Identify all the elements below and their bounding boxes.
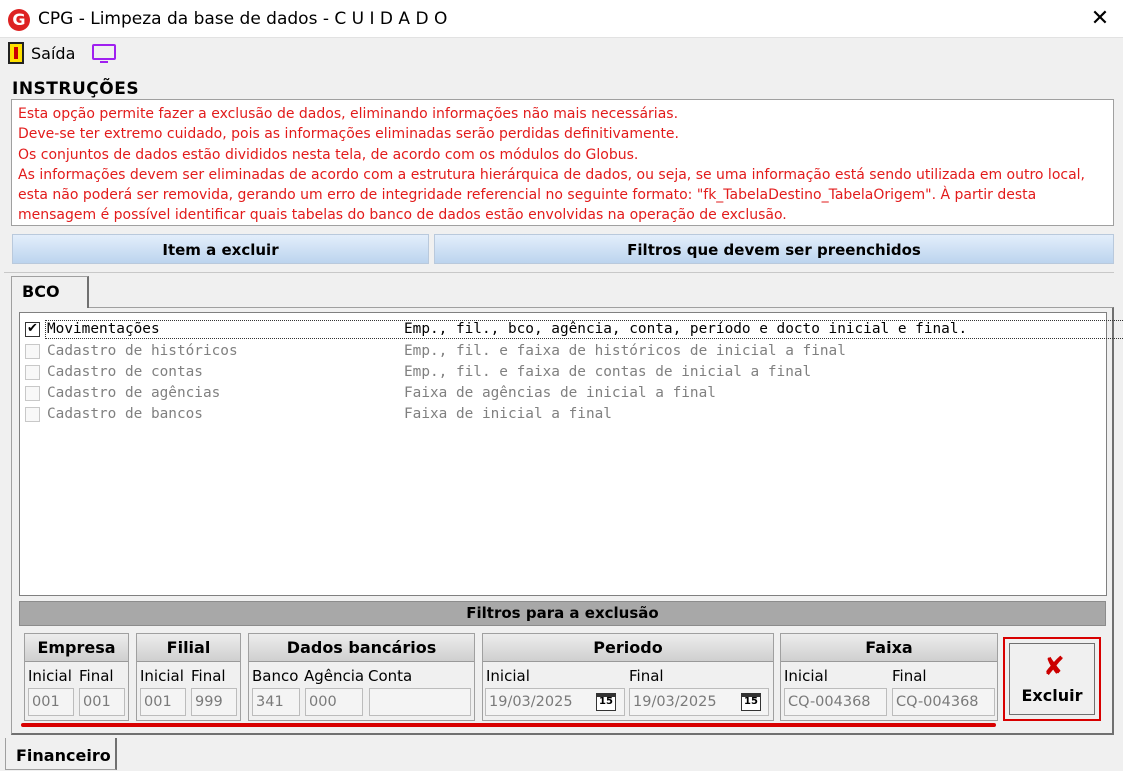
- item-name: Movimentações: [47, 321, 160, 337]
- instructions-line: mensagem é possível identificar quais ta…: [18, 207, 787, 224]
- instructions-line: As informações devem ser eliminadas de a…: [18, 166, 1086, 183]
- item-column-header[interactable]: Item a excluir: [12, 234, 429, 264]
- item-name: Cadastro de contas: [47, 364, 203, 380]
- range-initial-label: Inicial: [784, 667, 828, 685]
- empresa-initial-label: Inicial: [28, 667, 72, 685]
- tab-financeiro[interactable]: Financeiro: [5, 738, 117, 770]
- window-title: CPG - Limpeza da base de dados - C U I D…: [38, 9, 448, 29]
- agency-field[interactable]: 000: [305, 688, 363, 716]
- delete-button-label: Excluir: [1021, 686, 1083, 705]
- instructions-line: Deve-se ter extremo cuidado, pois as inf…: [18, 126, 679, 143]
- range-header: Faixa: [781, 634, 997, 662]
- item-checkbox[interactable]: ✔: [25, 322, 40, 337]
- empresa-final-label: Final: [79, 667, 114, 685]
- agency-label: Agência: [304, 667, 365, 685]
- empresa-initial-field[interactable]: 001: [28, 688, 74, 716]
- item-description: Emp., fil. e faixa de contas de inicial …: [404, 364, 812, 380]
- item-checkbox[interactable]: [25, 365, 40, 380]
- highlight-underline: [21, 723, 996, 727]
- delete-x-icon: ✘: [1043, 652, 1065, 682]
- range-initial-field[interactable]: CQ-004368: [784, 688, 887, 716]
- range-final-label: Final: [892, 667, 927, 685]
- instructions-title: INSTRUÇÕES: [12, 79, 140, 99]
- item-checkbox[interactable]: [25, 386, 40, 401]
- item-name: Cadastro de agências: [47, 385, 221, 401]
- delete-button[interactable]: ✘ Excluir: [1009, 643, 1095, 715]
- bank-label: Banco: [252, 667, 299, 685]
- item-description: Emp., fil. e faixa de históricos de inic…: [404, 343, 846, 359]
- filters-column-header[interactable]: Filtros que devem ser preenchidos: [434, 234, 1114, 264]
- empresa-final-field[interactable]: 001: [79, 688, 125, 716]
- account-label: Conta: [368, 667, 413, 685]
- period-header: Periodo: [483, 634, 773, 662]
- instructions-line: Os conjuntos de dados estão divididos ne…: [18, 146, 639, 163]
- filial-initial-field[interactable]: 001: [140, 688, 186, 716]
- list-item[interactable]: Cadastro de contas Emp., fil. e faixa de…: [20, 362, 1106, 382]
- calendar-icon[interactable]: 15: [741, 693, 761, 711]
- filters-section-header: Filtros para a exclusão: [19, 601, 1106, 626]
- instructions-line: esta não poderá ser removida, gerando um…: [18, 187, 1037, 204]
- range-final-field[interactable]: CQ-004368: [892, 688, 995, 716]
- exit-door-icon[interactable]: [8, 42, 24, 64]
- item-checkbox[interactable]: [25, 407, 40, 422]
- item-name: Cadastro de bancos: [47, 406, 203, 422]
- list-item[interactable]: Cadastro de históricos Emp., fil. e faix…: [20, 341, 1106, 361]
- list-item[interactable]: ✔ Movimentações Emp., fil., bco, agência…: [20, 319, 1123, 339]
- empresa-header: Empresa: [25, 634, 128, 662]
- calendar-icon[interactable]: 15: [596, 693, 616, 711]
- exit-button[interactable]: Saída: [31, 44, 75, 63]
- item-description: Faixa de inicial a final: [404, 406, 612, 422]
- monitor-icon[interactable]: [92, 44, 116, 63]
- period-initial-label: Inicial: [486, 667, 530, 685]
- bank-field[interactable]: 341: [252, 688, 300, 716]
- item-name: Cadastro de históricos: [47, 343, 238, 359]
- period-final-label: Final: [629, 667, 664, 685]
- filial-final-field[interactable]: 999: [191, 688, 237, 716]
- instructions-line: Esta opção permite fazer a exclusão de d…: [18, 106, 679, 122]
- items-list[interactable]: ✔ Movimentações Emp., fil., bco, agência…: [19, 312, 1123, 596]
- close-button[interactable]: ✕: [1077, 0, 1123, 38]
- instructions-text: Esta opção permite fazer a exclusão de d…: [11, 99, 1114, 226]
- item-description: Faixa de agências de inicial a final: [404, 385, 716, 401]
- app-logo-icon: G: [8, 9, 30, 31]
- bank-data-header: Dados bancários: [249, 634, 474, 662]
- item-description: Emp., fil., bco, agência, conta, período…: [404, 321, 968, 337]
- toolbar: [0, 38, 1123, 72]
- account-field[interactable]: [369, 688, 471, 716]
- item-checkbox[interactable]: [25, 344, 40, 359]
- filial-header: Filial: [137, 634, 240, 662]
- tab-bco[interactable]: BCO: [11, 276, 89, 308]
- list-item[interactable]: Cadastro de bancos Faixa de inicial a fi…: [20, 404, 1106, 424]
- list-item[interactable]: Cadastro de agências Faixa de agências d…: [20, 383, 1106, 403]
- filial-final-label: Final: [191, 667, 226, 685]
- filial-initial-label: Inicial: [140, 667, 184, 685]
